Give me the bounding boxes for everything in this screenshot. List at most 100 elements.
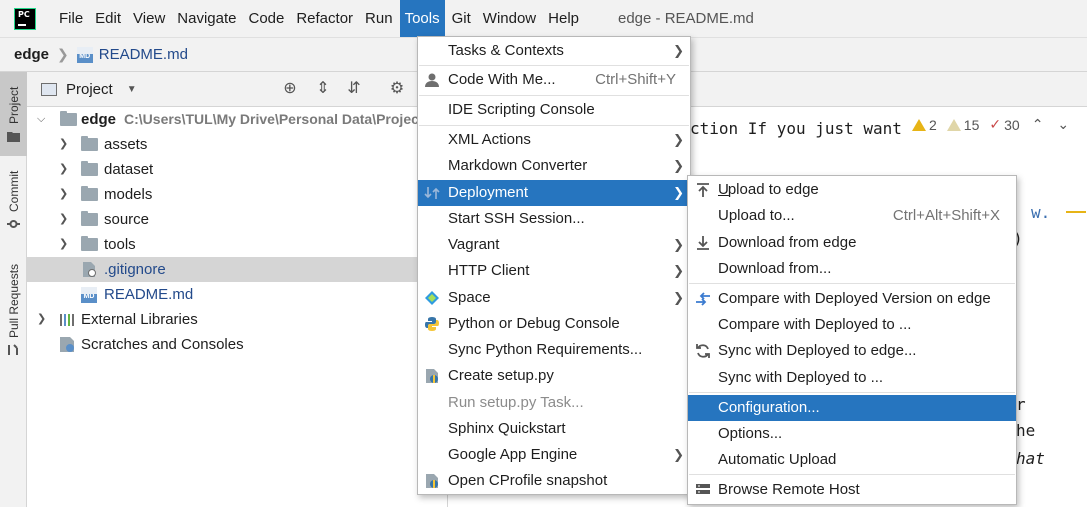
menu-item-configuration[interactable]: Configuration...: [688, 395, 1016, 421]
chevron-right-icon: ❯: [673, 447, 684, 462]
warning-marker[interactable]: [1066, 211, 1086, 213]
project-tree: ⌵ edge C:\Users\TUL\My Drive\Personal Dat…: [27, 107, 447, 507]
menu-help[interactable]: Help: [543, 0, 584, 37]
menu-item-code-with-me[interactable]: Code With Me... Ctrl+Shift+Y: [418, 67, 690, 93]
tools-menu: Tasks & Contexts ❯ Code With Me... Ctrl+Sh…: [417, 36, 691, 495]
chevron-down-icon[interactable]: ⌄: [1057, 116, 1069, 133]
chevron-right-icon[interactable]: ❯: [59, 207, 68, 232]
menu-item-create-setup-py[interactable]: Create setup.py: [418, 363, 690, 389]
menu-item-run-setup-py-task: Run setup.py Task...: [448, 394, 584, 411]
chevron-right-icon: ❯: [57, 46, 69, 62]
deployment-icon: [424, 187, 440, 199]
tree-row-scratches[interactable]: Scratches and Consoles: [27, 332, 447, 357]
menu-item-browse-remote-host[interactable]: Browse Remote Host: [688, 477, 1016, 503]
menu-item-sync-deployed-to[interactable]: Sync with Deployed to ...: [688, 365, 1016, 391]
markdown-file-icon: MD: [76, 46, 93, 63]
tree-row-source[interactable]: ❯ source: [27, 207, 447, 232]
chevron-right-icon[interactable]: ❯: [59, 182, 68, 207]
menu-separator: [689, 283, 1015, 284]
tool-tab-pull-requests-label: Pull Requests: [7, 263, 21, 338]
menu-item-open-cprofile-snapshot[interactable]: Open CProfile snapshot: [418, 468, 690, 494]
menu-run[interactable]: Run: [360, 0, 398, 37]
menu-navigate[interactable]: Navigate: [172, 0, 241, 37]
chevron-right-icon: ❯: [673, 237, 684, 252]
chevron-right-icon[interactable]: ❯: [59, 157, 68, 182]
tool-tab-commit-label: Commit: [7, 170, 21, 212]
menu-item-ide-scripting-console[interactable]: IDE Scripting Console: [418, 97, 690, 123]
menu-item-tasks-contexts[interactable]: Tasks & Contexts ❯: [418, 38, 690, 64]
expand-all-icon[interactable]: ⇕: [314, 80, 332, 98]
python-file-icon: [426, 369, 438, 383]
menu-item-space[interactable]: Space ❯: [418, 285, 690, 311]
menu-item-markdown-converter[interactable]: Markdown Converter ❯: [418, 153, 690, 179]
menu-item-start-ssh-session[interactable]: Start SSH Session...: [418, 206, 690, 232]
collapse-all-icon[interactable]: ⇵: [345, 80, 363, 98]
chevron-right-icon[interactable]: ❯: [59, 132, 68, 157]
menu-code[interactable]: Code: [243, 0, 289, 37]
project-panel-title[interactable]: Project: [66, 81, 113, 98]
menu-refactor[interactable]: Refactor: [291, 0, 358, 37]
markdown-file-icon: MD: [81, 287, 97, 303]
tool-tab-commit[interactable]: Commit: [0, 162, 27, 234]
breadcrumb-file[interactable]: README.md: [99, 46, 188, 63]
upload-to-edge-label: pload to edge: [727, 181, 819, 198]
chevron-right-icon: ❯: [673, 43, 684, 58]
chevron-right-icon[interactable]: ❯: [37, 307, 46, 332]
menu-item-options[interactable]: Options...: [688, 421, 1016, 447]
user-icon: [425, 73, 439, 87]
scratches-icon: [60, 337, 74, 352]
menu-item-sync-deployed-edge[interactable]: Sync with Deployed to edge...: [688, 338, 1016, 364]
chevron-down-icon[interactable]: ⌵: [37, 107, 45, 132]
menu-item-vagrant[interactable]: Vagrant ❯: [418, 232, 690, 258]
code-fragment: r: [1016, 395, 1026, 414]
menu-item-python-debug-console[interactable]: Python or Debug Console: [418, 311, 690, 337]
tool-tab-pull-requests[interactable]: Pull Requests: [0, 252, 27, 362]
folder-icon: [81, 236, 98, 251]
download-icon: [697, 236, 709, 250]
menu-item-http-client[interactable]: HTTP Client ❯: [418, 258, 690, 284]
menu-window[interactable]: Window: [478, 0, 541, 37]
menu-git[interactable]: Git: [447, 0, 476, 37]
warning-count: 2: [929, 116, 937, 133]
tree-row-root[interactable]: ⌵ edge C:\Users\TUL\My Drive\Personal Dat…: [27, 107, 447, 132]
tree-root-path: C:\Users\TUL\My Drive\Personal Data\Proj…: [124, 111, 419, 127]
inspection-widget[interactable]: 2 15 ✓ 30 ⌃ ⌄: [912, 116, 1069, 133]
gear-icon[interactable]: ⚙: [388, 80, 406, 98]
menu-item-compare-deployed-edge[interactable]: Compare with Deployed Version on edge: [688, 286, 1016, 312]
tree-row-readme[interactable]: MD README.md: [27, 282, 447, 307]
menu-file[interactable]: File: [54, 0, 88, 37]
menu-item-sync-python-requirements[interactable]: Sync Python Requirements...: [418, 337, 690, 363]
tool-tab-project[interactable]: Project: [0, 72, 27, 156]
menu-item-automatic-upload[interactable]: Automatic Upload: [688, 447, 1016, 473]
tree-row-dataset[interactable]: ❯ dataset: [27, 157, 447, 182]
chevron-right-icon[interactable]: ❯: [59, 232, 68, 257]
typo-icon: ✓: [989, 116, 1002, 132]
tool-tab-project-label: Project: [7, 86, 21, 124]
left-tool-strip: Project Commit Pull Requests: [0, 72, 27, 507]
chevron-down-icon[interactable]: ▼: [127, 84, 137, 95]
menu-item-deployment[interactable]: Deployment ❯: [418, 180, 690, 206]
menu-item-xml-actions[interactable]: XML Actions ❯: [418, 127, 690, 153]
chevron-right-icon: ❯: [673, 158, 684, 173]
tree-row-gitignore[interactable]: .gitignore: [27, 257, 447, 282]
breadcrumb-root[interactable]: edge: [14, 46, 49, 63]
menu-item-download-from[interactable]: Download from...: [688, 256, 1016, 282]
chevron-up-icon[interactable]: ⌃: [1032, 116, 1044, 133]
tree-row-assets[interactable]: ❯ assets: [27, 132, 447, 157]
tree-row-models[interactable]: ❯ models: [27, 182, 447, 207]
menu-item-sphinx-quickstart[interactable]: Sphinx Quickstart: [418, 416, 690, 442]
folder-icon: [60, 111, 77, 126]
menu-item-compare-deployed-to[interactable]: Compare with Deployed to ...: [688, 312, 1016, 338]
menu-tools[interactable]: Tools: [399, 0, 445, 37]
chevron-right-icon: ❯: [673, 290, 684, 305]
menu-item-google-app-engine[interactable]: Google App Engine ❯: [418, 442, 690, 468]
locate-icon[interactable]: ⊕: [281, 80, 299, 98]
tree-row-external-libraries[interactable]: ❯ External Libraries: [27, 307, 447, 332]
menu-item-upload-to-edge[interactable]: Upload to edge: [688, 177, 1016, 203]
menu-item-download-from-edge[interactable]: Download from edge: [688, 230, 1016, 256]
tree-row-tools[interactable]: ❯ tools: [27, 232, 447, 257]
menu-item-upload-to[interactable]: Upload to... Ctrl+Alt+Shift+X: [688, 203, 1016, 229]
menu-edit[interactable]: Edit: [90, 0, 126, 37]
code-line: ction If you just want: [690, 119, 902, 138]
menu-view[interactable]: View: [128, 0, 170, 37]
